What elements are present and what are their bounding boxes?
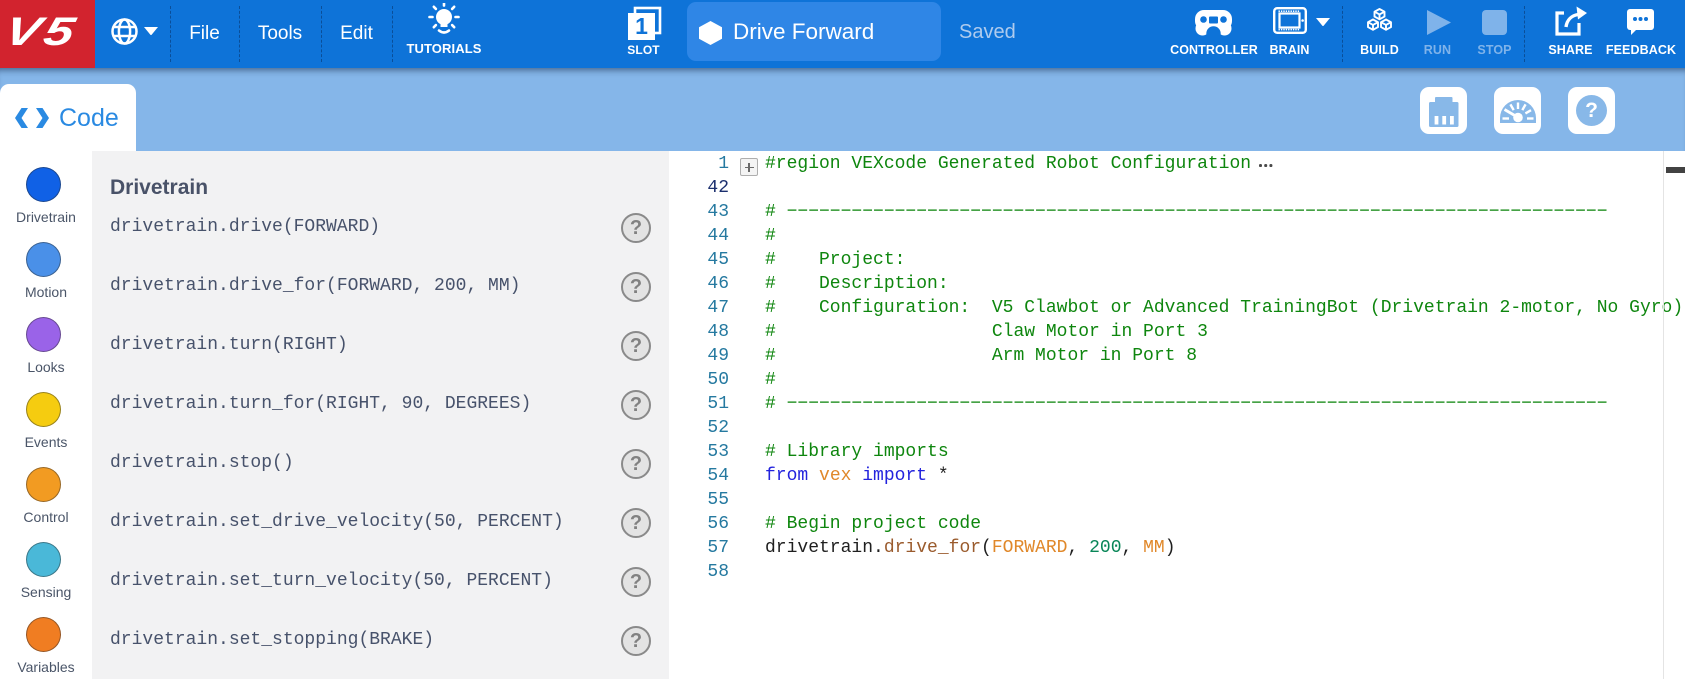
svg-text:1: 1 xyxy=(635,13,648,39)
